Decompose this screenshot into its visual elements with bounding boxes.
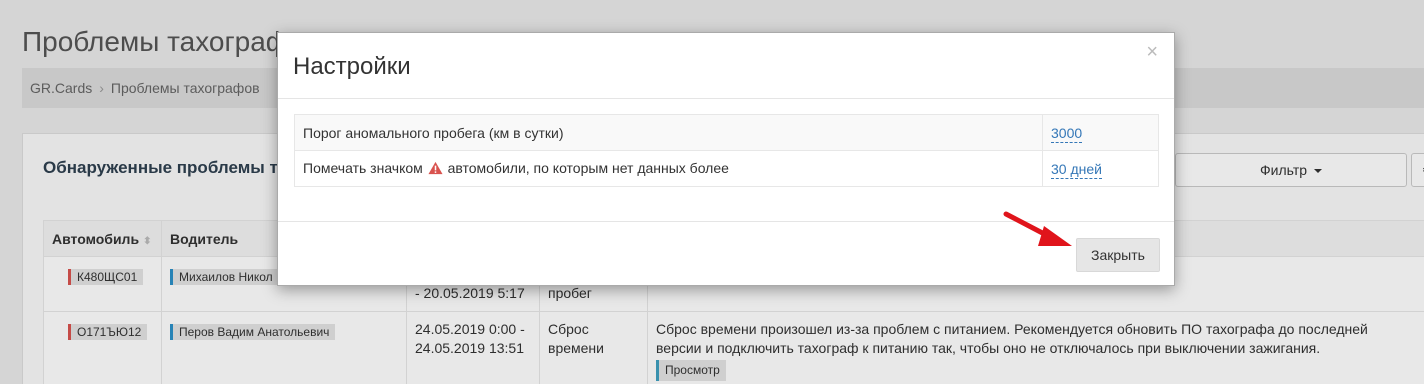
settings-table: Порог аномального пробега (км в сутки) 3… [294,114,1159,187]
close-icon[interactable]: × [1146,41,1158,64]
setting-label-before: Помечать значком [303,159,423,176]
setting-row: Помечать значком автомобили, по которым … [294,150,1159,187]
close-button[interactable]: Закрыть [1076,238,1160,272]
mileage-threshold-link[interactable]: 3000 [1051,124,1083,143]
no-data-days-link[interactable]: 30 дней [1051,160,1102,179]
modal-title: Настройки [293,53,411,80]
modal-header: Настройки × [278,33,1174,99]
setting-label-after: автомобили, по которым нет данных более [447,159,729,176]
setting-row: Порог аномального пробега (км в сутки) 3… [294,114,1159,151]
setting-label: Помечать значком автомобили, по которым … [294,150,1043,187]
setting-label: Порог аномального пробега (км в сутки) [294,114,1043,151]
arrow-icon [1003,211,1072,246]
warning-icon [428,161,443,178]
